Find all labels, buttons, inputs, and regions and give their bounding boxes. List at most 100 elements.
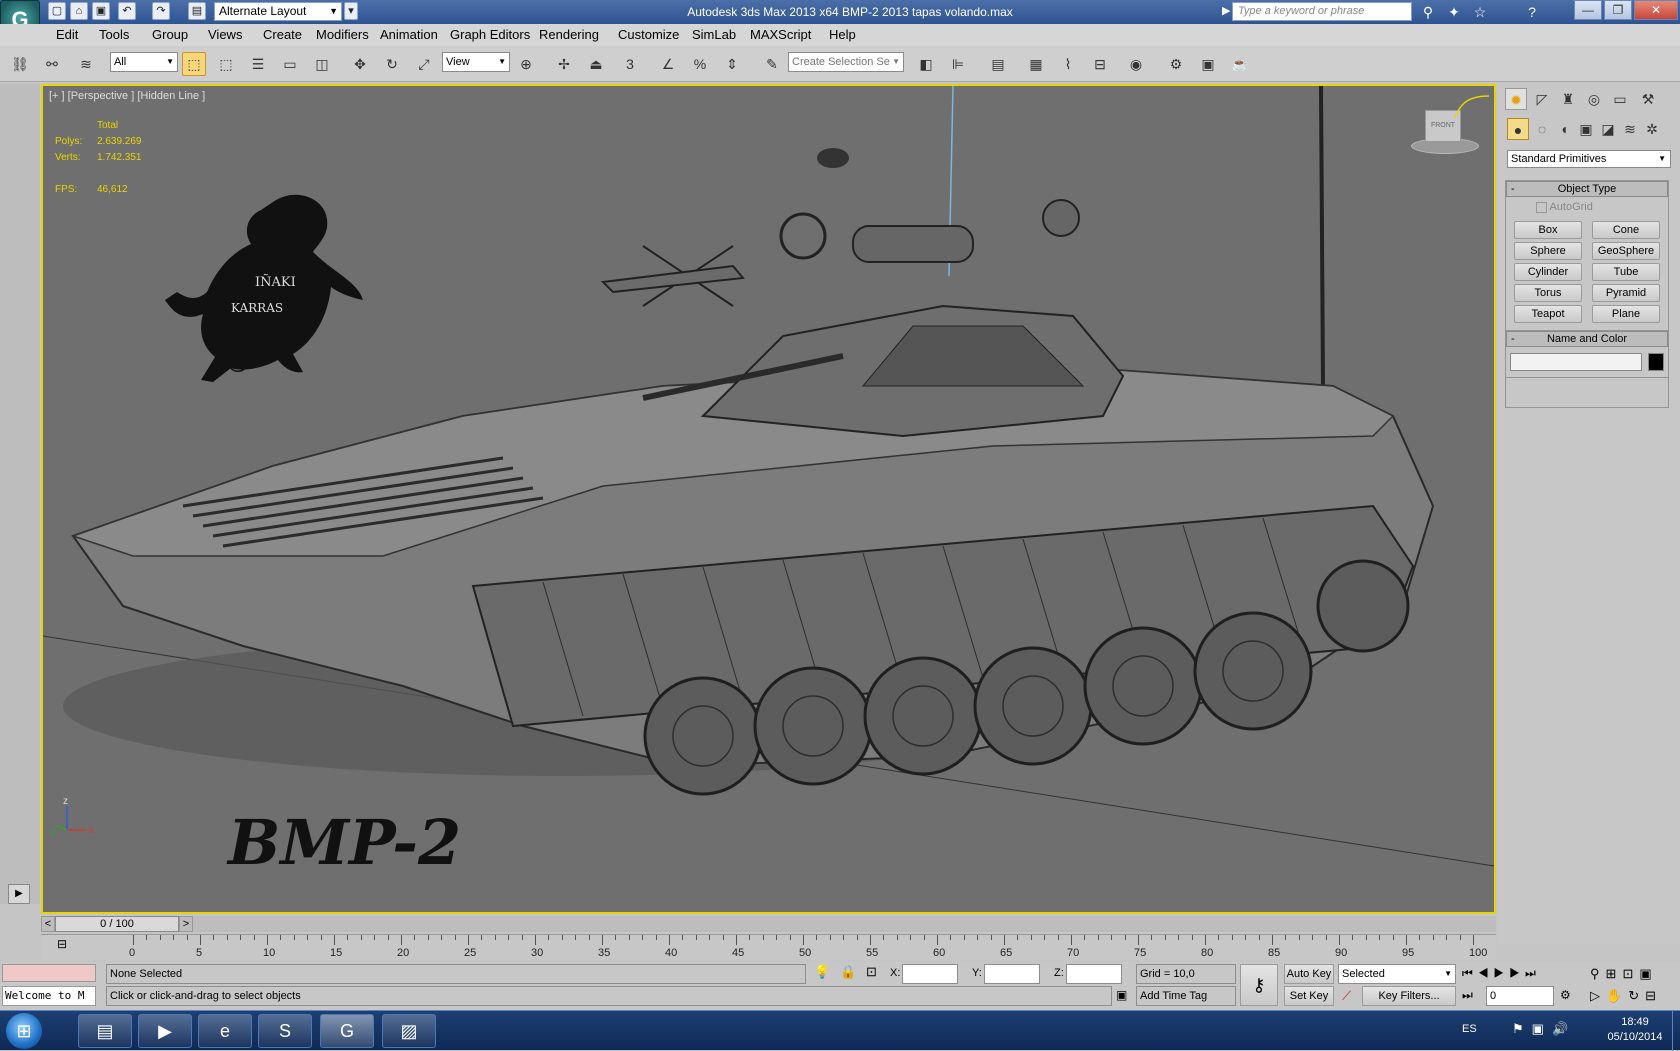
create-tab-icon[interactable]: ✹ bbox=[1505, 88, 1527, 110]
binoculars-icon[interactable]: ⚲ bbox=[1418, 2, 1438, 22]
autogrid-checkbox[interactable]: AutoGrid bbox=[1536, 201, 1593, 213]
systems-icon[interactable]: ✲ bbox=[1641, 118, 1663, 140]
modify-tab-icon[interactable]: ◸ bbox=[1531, 88, 1553, 110]
previous-frame-icon[interactable]: ◀ bbox=[1478, 966, 1494, 980]
subscription-icon[interactable]: ✦ bbox=[1444, 2, 1464, 22]
shapes-icon[interactable]: ◌ bbox=[1531, 118, 1553, 140]
utilities-tab-icon[interactable]: ⚒ bbox=[1637, 88, 1659, 110]
object-type-header[interactable]: - Object Type bbox=[1506, 181, 1668, 197]
scene-explorer-icon[interactable]: ▦ bbox=[1024, 52, 1048, 76]
volume-icon[interactable]: 🔊 bbox=[1552, 1021, 1576, 1036]
pan-icon[interactable]: ✋ bbox=[1606, 988, 1628, 1003]
schematic-view-icon[interactable]: ⊟ bbox=[1088, 52, 1112, 76]
percent-snap-icon[interactable]: % bbox=[688, 52, 712, 76]
render-setup-icon[interactable]: ⚙ bbox=[1164, 52, 1188, 76]
go-to-start-icon[interactable]: ⏮ bbox=[1462, 966, 1478, 980]
align-icon[interactable]: ⊫ bbox=[946, 52, 970, 76]
select-object-icon[interactable]: ⬚ bbox=[182, 52, 206, 76]
link-icon[interactable]: ⛓ bbox=[8, 52, 32, 76]
move-icon[interactable]: ✥ bbox=[348, 52, 372, 76]
favorites-star-icon[interactable]: ☆ bbox=[1470, 2, 1490, 22]
next-frame-icon[interactable]: ▶ bbox=[1509, 966, 1525, 980]
project-folder-icon[interactable]: ▤ bbox=[188, 2, 206, 20]
mini-curve-editor-icon[interactable]: ⊟ bbox=[53, 937, 71, 955]
key-filters-button[interactable]: Key Filters... bbox=[1362, 986, 1456, 1006]
expand-panel-icon[interactable]: ▶ bbox=[8, 884, 30, 904]
maximize-viewport-icon[interactable]: ⊟ bbox=[1645, 988, 1662, 1003]
key-mode-toggle-icon[interactable]: ⏭ bbox=[1462, 988, 1473, 1003]
pivot-center-icon[interactable]: ⊕ bbox=[514, 52, 538, 76]
menu-maxscript[interactable]: MAXScript bbox=[744, 26, 817, 44]
maxscript-listener-pink[interactable] bbox=[2, 964, 96, 982]
selection-filter-dropdown[interactable]: All ▼ bbox=[110, 52, 178, 72]
tube-button[interactable]: Tube bbox=[1592, 263, 1660, 281]
torus-button[interactable]: Torus bbox=[1514, 284, 1582, 302]
menu-tools[interactable]: Tools bbox=[93, 26, 135, 44]
workspace-dropdown[interactable]: Alternate Layout ▼ bbox=[214, 2, 342, 21]
save-file-icon[interactable]: ▣ bbox=[92, 2, 110, 20]
plane-button[interactable]: Plane bbox=[1592, 305, 1660, 323]
network-icon[interactable]: ▣ bbox=[1532, 1021, 1552, 1036]
zoom-icon[interactable]: ⚲ bbox=[1590, 966, 1606, 981]
go-to-end-icon[interactable]: ⏭ bbox=[1525, 966, 1541, 980]
time-next-button[interactable]: > bbox=[179, 916, 193, 932]
menu-graph-editors[interactable]: Graph Editors bbox=[444, 26, 536, 44]
category-dropdown[interactable]: Standard Primitives ▼ bbox=[1507, 150, 1671, 168]
menu-rendering[interactable]: Rendering bbox=[533, 26, 605, 44]
y-coordinate-input[interactable] bbox=[984, 964, 1040, 984]
keyword-search-input[interactable]: Type a keyword or phrase bbox=[1232, 2, 1412, 21]
time-slider[interactable]: < 0 / 100 > bbox=[41, 916, 1496, 932]
layer-manager-icon[interactable]: ▤ bbox=[986, 52, 1010, 76]
select-list-icon[interactable]: ☰ bbox=[246, 52, 270, 76]
edit-named-selection-icon[interactable]: ✎ bbox=[760, 52, 784, 76]
pyramid-button[interactable]: Pyramid bbox=[1592, 284, 1660, 302]
time-tag-icon[interactable]: ▣ bbox=[1116, 988, 1127, 1002]
reference-coordinate-dropdown[interactable]: View ▼ bbox=[442, 52, 510, 72]
selection-lock-icon[interactable]: 🔒 bbox=[840, 964, 856, 980]
time-prev-button[interactable]: < bbox=[41, 916, 55, 932]
sphere-button[interactable]: Sphere bbox=[1514, 242, 1582, 260]
helpers-icon[interactable]: ◪ bbox=[1597, 118, 1619, 140]
absolute-mode-icon[interactable]: ⊡ bbox=[866, 964, 877, 980]
zoom-extents-icon[interactable]: ⊡ bbox=[1622, 966, 1639, 981]
new-file-icon[interactable]: ▢ bbox=[48, 2, 66, 20]
add-time-tag[interactable]: Add Time Tag bbox=[1136, 986, 1236, 1006]
space-warps-icon[interactable]: ≋ bbox=[1619, 118, 1641, 140]
set-key-icon[interactable]: ⚷ bbox=[1240, 964, 1278, 1006]
search-expand-icon[interactable]: ▶ bbox=[1222, 4, 1230, 17]
menu-help[interactable]: Help bbox=[823, 26, 862, 44]
time-slider-thumb[interactable]: 0 / 100 bbox=[55, 916, 179, 932]
zoom-extents-all-icon[interactable]: ▣ bbox=[1639, 966, 1657, 981]
angle-snap-icon[interactable]: ∠ bbox=[656, 52, 680, 76]
clock[interactable]: 18:49 05/10/2014 bbox=[1600, 1015, 1670, 1045]
window-crossing-icon[interactable]: ◫ bbox=[310, 52, 334, 76]
teapot-button[interactable]: Teapot bbox=[1514, 305, 1582, 323]
menu-animation[interactable]: Animation bbox=[374, 26, 444, 44]
internet-explorer-icon[interactable]: e bbox=[198, 1014, 252, 1048]
rectangular-selection-icon[interactable]: ▭ bbox=[278, 52, 302, 76]
scale-icon[interactable]: ⤢ bbox=[412, 52, 436, 76]
perspective-viewport[interactable]: [+ ] [Perspective ] [Hidden Line ] Total… bbox=[41, 84, 1496, 914]
restore-button[interactable]: ❐ bbox=[1604, 0, 1632, 20]
minimize-button[interactable]: — bbox=[1574, 0, 1602, 20]
menu-create[interactable]: Create bbox=[257, 26, 308, 44]
motion-tab-icon[interactable]: ◎ bbox=[1583, 88, 1605, 110]
curve-editor-icon[interactable]: ⌇ bbox=[1056, 52, 1080, 76]
render-production-icon[interactable]: ☕ bbox=[1228, 52, 1252, 76]
undo-icon[interactable]: ↶ bbox=[118, 2, 136, 20]
snaps-toggle-icon[interactable]: 3 bbox=[620, 52, 640, 76]
geosphere-button[interactable]: GeoSphere bbox=[1592, 242, 1660, 260]
menu-edit[interactable]: Edit bbox=[50, 26, 84, 44]
track-bar[interactable]: ⊟ 0 5 10 15 20 25 30 35 40 45 50 55 60 65 70 75 80 85 90 95… bbox=[41, 934, 1496, 960]
x-coordinate-input[interactable] bbox=[902, 964, 958, 984]
geometry-icon[interactable]: ● bbox=[1507, 118, 1529, 140]
close-button[interactable]: ✕ bbox=[1634, 0, 1678, 20]
maxscript-listener[interactable]: Welcome to M bbox=[2, 986, 96, 1006]
auto-key-button[interactable]: Auto Key bbox=[1284, 964, 1334, 984]
help-icon[interactable]: ? bbox=[1522, 2, 1542, 22]
orbit-icon[interactable]: ↻ bbox=[1628, 988, 1645, 1003]
field-of-view-icon[interactable]: ▷ bbox=[1590, 988, 1606, 1003]
menu-customize[interactable]: Customize bbox=[612, 26, 685, 44]
time-configuration-icon[interactable]: ⚙ bbox=[1560, 988, 1571, 1002]
named-selection-sets-dropdown[interactable]: Create Selection Se ▼ bbox=[788, 52, 904, 72]
